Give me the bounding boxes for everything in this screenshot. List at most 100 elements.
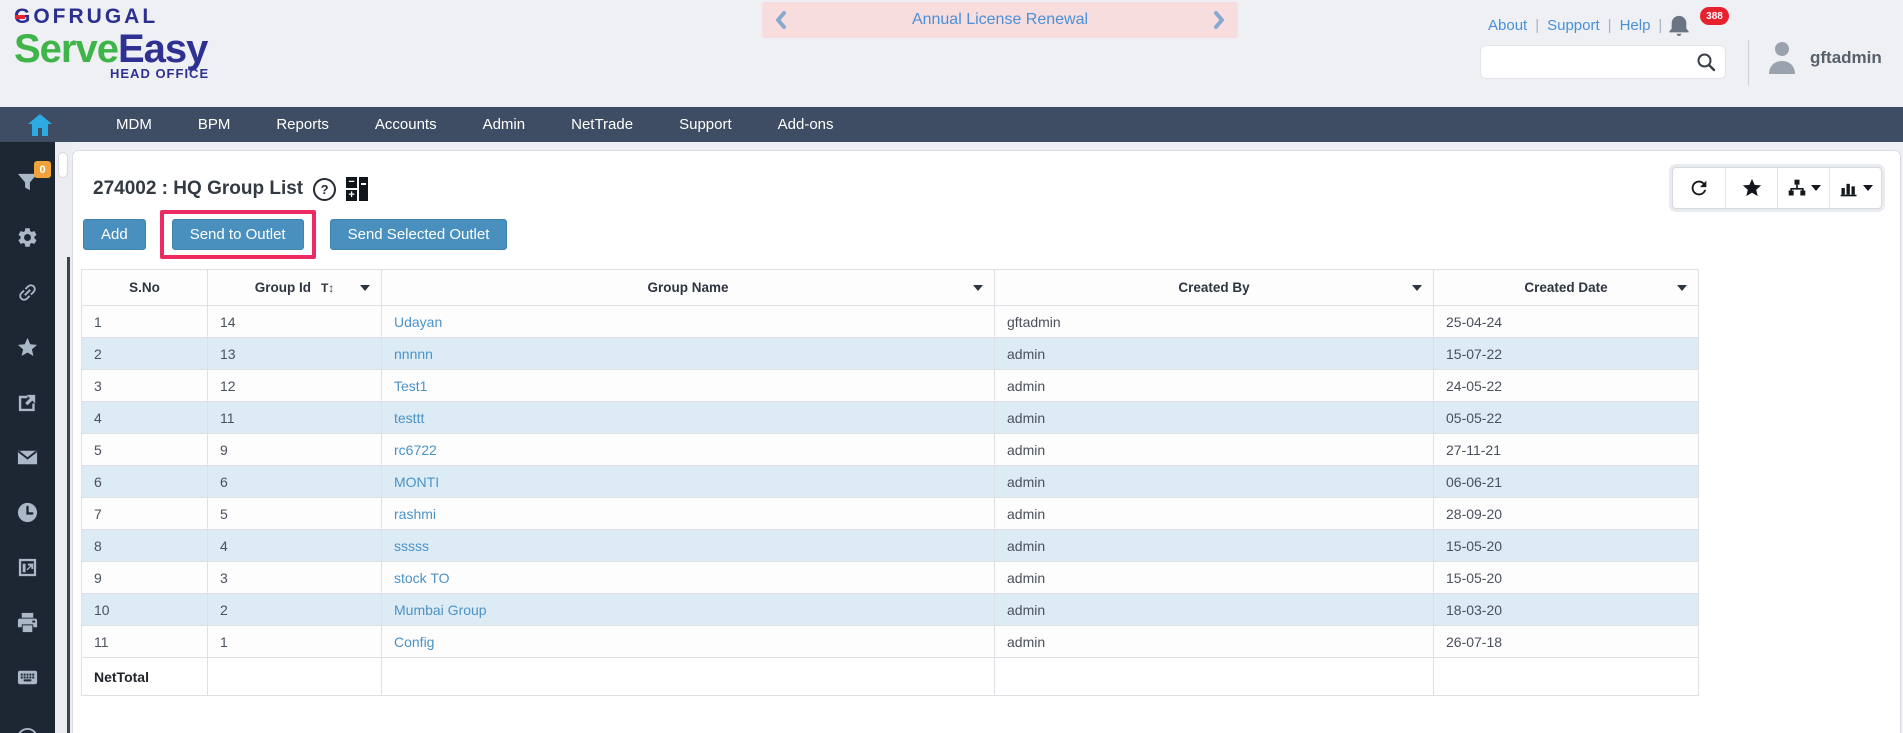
group-name-link[interactable]: MONTI (394, 474, 439, 490)
sidebar-more-button[interactable] (0, 705, 55, 733)
column-header-group-id[interactable]: Group Id T↕ (207, 269, 382, 306)
user-menu[interactable]: gftadmin (1766, 40, 1882, 76)
license-renewal-banner: Annual License Renewal (762, 2, 1238, 38)
table-row[interactable]: 9 3 stock TO admin 15-05-20 (81, 561, 1699, 594)
nav-item-support[interactable]: Support (656, 109, 755, 140)
group-name-link[interactable]: stock TO (394, 570, 450, 586)
sno-cell: 10 (81, 593, 208, 626)
column-header-group-name[interactable]: Group Name (381, 269, 995, 306)
group-name-link[interactable]: Udayan (394, 314, 442, 330)
table-row[interactable]: 10 2 Mumbai Group admin 18-03-20 (81, 593, 1699, 626)
created-date-cell: 15-05-20 (1433, 561, 1699, 594)
logo-red-bar (15, 15, 25, 19)
net-total-row: NetTotal (81, 657, 1699, 696)
sidebar-filter-button[interactable]: 0 (0, 155, 55, 210)
refresh-button[interactable] (1673, 168, 1725, 208)
sidebar-link-button[interactable] (0, 265, 55, 320)
send-selected-outlet-button[interactable]: Send Selected Outlet (329, 219, 508, 250)
column-header-created-date[interactable]: Created Date (1433, 269, 1699, 306)
filter-caret-icon[interactable] (1677, 284, 1687, 291)
filter-caret-icon[interactable] (360, 284, 370, 291)
panel-scroll-gutter (55, 142, 72, 733)
hierarchy-view-button[interactable] (1777, 168, 1829, 208)
nav-item-admin[interactable]: Admin (460, 109, 549, 140)
table-row[interactable]: 5 9 rc6722 admin 27-11-21 (81, 433, 1699, 466)
group-id-cell: 13 (207, 337, 382, 370)
page-title-row: 274002 : HQ Group List ? − + (93, 177, 370, 201)
group-name-link[interactable]: sssss (394, 538, 429, 554)
table-body: 1 14 Udayan gftadmin 25-04-24 2 13 nnnnn admin 15… (81, 305, 1699, 658)
sidebar-share-button[interactable] (0, 375, 55, 430)
banner-next-icon[interactable] (1212, 11, 1226, 29)
grid-bar-cell (359, 177, 369, 201)
column-header-created-by[interactable]: Created By (994, 269, 1434, 306)
table-row[interactable]: 2 13 nnnnn admin 15-07-22 (81, 337, 1699, 370)
sno-cell: 3 (81, 369, 208, 402)
scrollbar-thumb[interactable] (58, 152, 68, 178)
nav-item-mdm[interactable]: MDM (93, 109, 175, 140)
group-id-cell: 2 (207, 593, 382, 626)
about-link[interactable]: About (1488, 17, 1527, 34)
help-icon[interactable]: ? (313, 177, 337, 201)
banner-text: Annual License Renewal (911, 11, 1089, 28)
printer-icon (17, 612, 38, 633)
chart-view-button[interactable] (1829, 168, 1881, 208)
table-row[interactable]: 1 14 Udayan gftadmin 25-04-24 (81, 305, 1699, 338)
send-to-outlet-button[interactable]: Send to Outlet (171, 219, 304, 250)
notification-count-badge[interactable]: 388 (1700, 7, 1729, 25)
filter-caret-icon[interactable] (973, 284, 983, 291)
nav-item-addons[interactable]: Add-ons (755, 109, 857, 140)
group-name-link[interactable]: Config (394, 634, 434, 650)
banner-prev-icon[interactable] (774, 11, 788, 29)
favorite-button[interactable] (1725, 168, 1777, 208)
group-name-link[interactable]: Test1 (394, 378, 427, 394)
sort-icon[interactable]: T↕ (321, 281, 334, 295)
table-row[interactable]: 4 11 testtt admin 05-05-22 (81, 401, 1699, 434)
group-name-cell: nnnnn (381, 337, 995, 370)
nav-item-accounts[interactable]: Accounts (352, 109, 460, 140)
sno-cell: 9 (81, 561, 208, 594)
nav-item-reports[interactable]: Reports (253, 109, 352, 140)
nav-item-nettrade[interactable]: NetTrade (548, 109, 656, 140)
link-separator: | (1535, 17, 1540, 34)
support-link[interactable]: Support (1547, 17, 1600, 34)
group-name-link[interactable]: testtt (394, 410, 424, 426)
sidebar-mail-button[interactable] (0, 430, 55, 485)
filter-caret-icon[interactable] (1412, 284, 1422, 291)
home-icon[interactable] (27, 113, 53, 137)
sidebar-history-button[interactable] (0, 485, 55, 540)
column-chooser-icon[interactable]: − + (346, 177, 370, 201)
table-row[interactable]: 3 12 Test1 admin 24-05-22 (81, 369, 1699, 402)
nav-item-bpm[interactable]: BPM (175, 109, 254, 140)
brand-logo: GOFRUGAL ServeEasy HEAD OFFICE (14, 6, 209, 80)
refresh-icon (1691, 180, 1707, 196)
sidebar-settings-button[interactable] (0, 210, 55, 265)
group-name-link[interactable]: rc6722 (394, 442, 437, 458)
table-row[interactable]: 8 4 sssss admin 15-05-20 (81, 529, 1699, 562)
sidebar-shortcut-keys-button[interactable] (0, 650, 55, 705)
top-header: GOFRUGAL ServeEasy HEAD OFFICE Annual Li… (0, 0, 1903, 107)
notification-bell-icon[interactable] (1668, 13, 1690, 37)
sidebar-favorites-button[interactable] (0, 320, 55, 375)
created-by-cell: admin (994, 369, 1434, 402)
search-input[interactable] (1481, 54, 1696, 70)
table-row[interactable]: 6 6 MONTI admin 06-06-21 (81, 465, 1699, 498)
search-icon[interactable] (1696, 52, 1716, 72)
group-name-link[interactable]: nnnnn (394, 346, 433, 362)
help-link[interactable]: Help (1620, 17, 1651, 34)
group-id-cell: 12 (207, 369, 382, 402)
group-name-link[interactable]: rashmi (394, 506, 436, 522)
group-name-link[interactable]: Mumbai Group (394, 602, 487, 618)
table-row[interactable]: 7 5 rashmi admin 28-09-20 (81, 497, 1699, 530)
add-button[interactable]: Add (83, 219, 146, 250)
app-window: GOFRUGAL ServeEasy HEAD OFFICE Annual Li… (0, 0, 1903, 733)
user-avatar-icon (1769, 42, 1795, 74)
link-icon (19, 284, 36, 301)
sidebar-popup-window-button[interactable] (0, 540, 55, 595)
view-toolbar (1672, 167, 1882, 209)
window-export-icon (18, 558, 37, 577)
table-row[interactable]: 11 1 Config admin 26-07-18 (81, 625, 1699, 658)
group-id-cell: 6 (207, 465, 382, 498)
sno-cell: 6 (81, 465, 208, 498)
sidebar-print-button[interactable] (0, 595, 55, 650)
